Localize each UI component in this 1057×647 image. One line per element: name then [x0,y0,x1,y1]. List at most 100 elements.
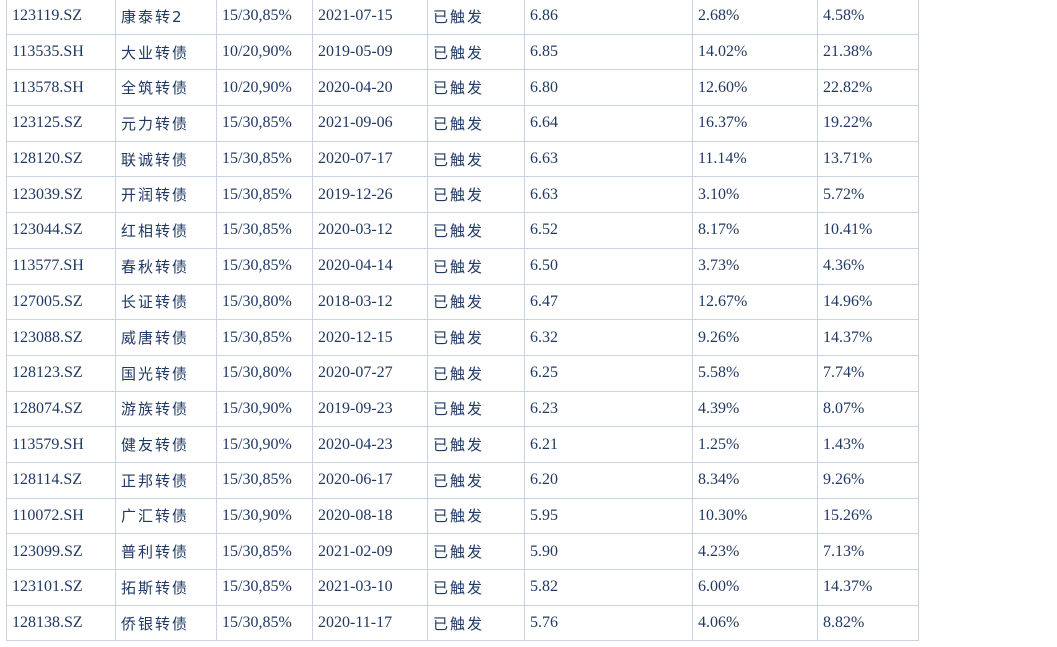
cell-name: 大业转债 [115,33,217,71]
cell-trigger-rule: 15/30,85% [216,604,313,642]
cell-pct-b: 9.26% [817,461,919,499]
cell-status: 已触发 [427,105,525,142]
table-row: 123039.SZ开润转债15/30,85%2019-12-26已触发6.631… [6,176,1055,214]
cell-pct-b: 4.36% [817,247,919,285]
cell-pct-b: 21.38% [817,33,919,71]
table-row: 113535.SH 大业转债 10/20,90% 2019-05-09 已触发 6.85 1… [6,33,1055,71]
cell-value: 5.76 [524,604,693,642]
cell-trigger-rule: 15/30,90% [216,390,313,428]
cell-status: 已触发 [427,461,525,499]
cell-status: 已触发 [427,176,525,214]
cell-code: 128114.SZ [6,461,116,499]
cell-pct-b: 5.72% [817,176,919,214]
cell-trigger-rule: 15/30,85% [216,212,313,249]
cell-code: 128074.SZ [6,390,116,428]
cell-pct-a: 4.23% [692,533,818,570]
cell-trigger-date: 2020-11-17 [312,604,428,642]
cell-value: 6.85 [524,33,693,71]
cell-code: 123119.SZ [6,0,116,35]
table-row: 113578.SH 全筑转债 10/20,90% 2020-04-20 已触发 6.80 1… [6,69,1055,107]
cell-pct-b: 8.82% [817,604,919,642]
cell-value: 6.86 [524,0,693,35]
table-row: 113577.SH春秋转债15/30,85%2020-04-14已触发6.501… [6,247,1055,285]
cell-trigger-date: 2020-03-12 [312,212,428,249]
cell-code: 128138.SZ [6,604,116,642]
table-row: 128074.SZ游族转债15/30,90%2019-09-23已触发6.231… [6,390,1055,428]
cell-value: 6.63 [524,176,693,214]
cell-trigger-rule: 15/30,80% [216,354,313,392]
cell-code: 127005.SZ [6,283,116,321]
cell-trigger-date: 2020-08-18 [312,497,428,535]
cell-trigger-date: 2020-12-15 [312,319,428,356]
cell-value: 5.95 [524,497,693,535]
table-row: 123044.SZ红相转债15/30,85%2020-03-12已触发6.52 1… [6,212,1055,249]
cell-name: 全筑转债 [115,69,217,107]
cell-name: 联诚转债 [115,140,217,178]
cell-pct-a: 5.58% [692,354,818,392]
cell-trigger-date: 2020-04-14 [312,247,428,285]
cell-pct-a: 4.06% [692,604,818,642]
cell-name: 开润转债 [115,176,217,214]
cell-value: 6.52 [524,212,693,249]
cell-trigger-rule: 15/30,85% [216,0,313,35]
cell-code: 123099.SZ [6,533,116,570]
cell-trigger-date: 2020-06-17 [312,461,428,499]
cell-trigger-rule: 10/20,90% [216,33,313,71]
cell-code: 113578.SH [6,69,116,107]
cell-name: 广汇转债 [115,497,217,535]
cell-pct-a: 4.39% [692,390,818,428]
cell-name: 康泰转2 [115,0,217,35]
cell-trigger-rule: 15/30,90% [216,497,313,535]
cell-status: 已触发 [427,0,525,35]
cell-trigger-rule: 10/20,90% [216,69,313,107]
cell-pct-b: 8.07% [817,390,919,428]
cell-trigger-rule: 15/30,85% [216,140,313,178]
cell-status: 已触发 [427,533,525,570]
cell-pct-b: 13.71% [817,140,919,178]
cell-name: 长证转债 [115,283,217,321]
cell-status: 已触发 [427,319,525,356]
cell-name: 春秋转债 [115,247,217,285]
cell-code: 113535.SH [6,33,116,71]
cell-code: 128120.SZ [6,140,116,178]
cell-value: 5.90 [524,533,693,570]
table-row: 128120.SZ 联诚转债 15/30,85% 2020-07-17 已触发 6.63 1… [6,140,1055,178]
cell-status: 已触发 [427,283,525,321]
cell-name: 威唐转债 [115,319,217,356]
cell-code: 128123.SZ [6,354,116,392]
cell-trigger-rule: 15/30,85% [216,247,313,285]
cell-pct-a: 10.30% [692,497,818,535]
cell-code: 123044.SZ [6,212,116,249]
cell-value: 6.23 [524,390,693,428]
cell-trigger-date: 2019-12-26 [312,176,428,214]
cell-code: 113579.SH [6,426,116,463]
cell-pct-a: 8.34% [692,461,818,499]
cell-status: 已触发 [427,354,525,392]
cell-name: 国光转债 [115,354,217,392]
table-row: 123119.SZ康泰转215/30,85%2021-07-15已触发6.861… [6,0,1055,35]
cell-code: 123125.SZ [6,105,116,142]
cell-name: 拓斯转债 [115,569,217,606]
cell-pct-a: 3.73% [692,247,818,285]
cell-trigger-date: 2020-07-17 [312,140,428,178]
cell-value: 6.20 [524,461,693,499]
cell-name: 红相转债 [115,212,217,249]
cell-status: 已触发 [427,33,525,71]
cell-code: 113577.SH [6,247,116,285]
cell-value: 6.47 [524,283,693,321]
cell-name: 普利转债 [115,533,217,570]
table-row: 127005.SZ 长证转债 15/30,80% 2018-03-12 已触发 6.47 1… [6,283,1055,321]
cell-name: 正邦转债 [115,461,217,499]
cell-value: 6.50 [524,247,693,285]
cell-pct-b: 4.58% [817,0,919,35]
cell-code: 110072.SH [6,497,116,535]
cell-trigger-date: 2019-09-23 [312,390,428,428]
cell-pct-a: 16.37% [692,105,818,142]
cell-pct-b: 22.82% [817,69,919,107]
cell-trigger-date: 2020-07-27 [312,354,428,392]
cell-pct-b: 1.43% [817,426,919,463]
cell-pct-a: 11.14% [692,140,818,178]
cell-status: 已触发 [427,497,525,535]
cell-status: 已触发 [427,69,525,107]
cell-pct-a: 12.60% [692,69,818,107]
